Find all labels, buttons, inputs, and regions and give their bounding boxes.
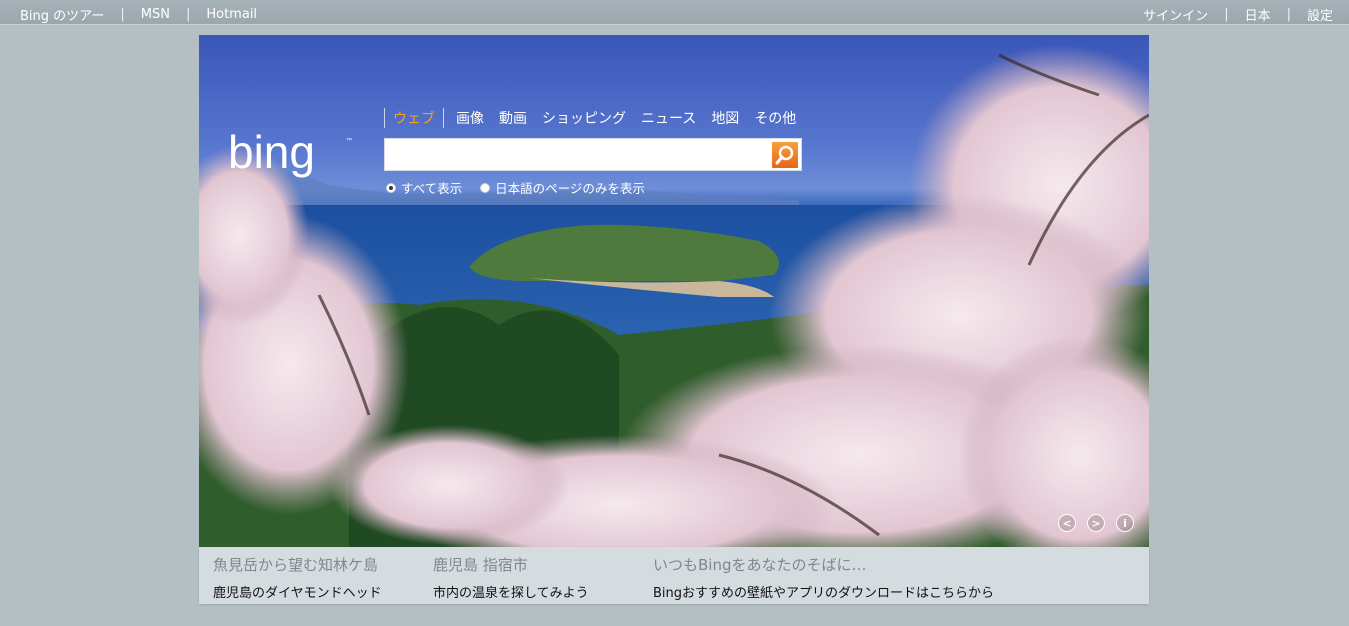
divider: |: [120, 7, 125, 22]
caption-title[interactable]: 魚見岳から望む知林ケ島: [213, 554, 382, 575]
previous-image-icon[interactable]: <: [1058, 514, 1076, 532]
svg-text:bing: bing: [228, 128, 315, 178]
caption-subtitle[interactable]: Bingおすすめの壁紙やアプリのダウンロードはこちらから: [653, 582, 994, 601]
tab-news[interactable]: ニュース: [641, 108, 696, 128]
radio-unselected-icon: [480, 182, 491, 193]
hotmail-link[interactable]: Hotmail: [206, 7, 257, 22]
divider: |: [185, 7, 191, 22]
top-bar-right: サインイン | 日本 | 設定: [1143, 5, 1333, 24]
divider: |: [1286, 7, 1291, 22]
divider: |: [1224, 7, 1229, 22]
tab-more[interactable]: その他: [754, 108, 796, 128]
tab-shopping[interactable]: ショッピング: [542, 108, 626, 128]
search-input[interactable]: [389, 142, 769, 169]
search-box: [384, 138, 802, 171]
search-button[interactable]: [772, 142, 798, 168]
search-icon: [775, 145, 794, 165]
sign-in-link[interactable]: サインイン: [1143, 5, 1208, 24]
tab-web[interactable]: ウェブ: [384, 108, 444, 128]
search-scope-options: すべて表示 日本語のページのみを表示: [386, 178, 663, 197]
bing-tour-link[interactable]: Bing のツアー: [20, 5, 104, 24]
search-verticals: ウェブ 画像 動画 ショッピング ニュース 地図 その他: [384, 108, 804, 128]
caption-strip: 魚見岳から望む知林ケ島 鹿児島のダイヤモンドヘッド 鹿児島 指宿市 市内の温泉を…: [199, 547, 1149, 604]
svg-text:™: ™: [346, 137, 352, 144]
caption-item[interactable]: いつもBingをあなたのそばに… Bingおすすめの壁紙やアプリのダウンロードは…: [653, 554, 994, 601]
region-link[interactable]: 日本: [1245, 5, 1271, 24]
info-icon[interactable]: i: [1116, 514, 1134, 532]
bing-logo[interactable]: bing ™: [228, 128, 354, 184]
caption-title[interactable]: いつもBingをあなたのそばに…: [653, 554, 994, 575]
caption-subtitle[interactable]: 市内の温泉を探してみよう: [433, 582, 589, 601]
hero-controls: < > i: [1058, 514, 1145, 532]
radio-japanese-label: 日本語のページのみを表示: [495, 181, 645, 196]
tab-maps[interactable]: 地図: [711, 108, 739, 128]
top-bar: Bing のツアー | MSN | Hotmail サインイン | 日本 | 設…: [0, 0, 1349, 25]
tab-videos[interactable]: 動画: [499, 108, 527, 128]
tab-images[interactable]: 画像: [456, 108, 484, 128]
radio-japanese-only[interactable]: 日本語のページのみを表示: [480, 178, 645, 197]
caption-item[interactable]: 鹿児島 指宿市 市内の温泉を探してみよう: [433, 554, 589, 601]
radio-all-label: すべて表示: [401, 181, 463, 196]
caption-subtitle[interactable]: 鹿児島のダイヤモンドヘッド: [213, 582, 382, 601]
radio-selected-icon: [386, 182, 396, 193]
top-bar-left: Bing のツアー | MSN | Hotmail: [20, 5, 257, 24]
caption-item[interactable]: 魚見岳から望む知林ケ島 鹿児島のダイヤモンドヘッド: [213, 554, 382, 601]
caption-title[interactable]: 鹿児島 指宿市: [433, 554, 589, 575]
next-image-icon[interactable]: >: [1087, 514, 1105, 532]
msn-link[interactable]: MSN: [141, 7, 170, 22]
settings-link[interactable]: 設定: [1307, 5, 1333, 24]
radio-all-results[interactable]: すべて表示: [386, 178, 462, 197]
search-area: ウェブ 画像 動画 ショッピング ニュース 地図 その他 すべて表示 日本語のペ…: [384, 108, 804, 196]
